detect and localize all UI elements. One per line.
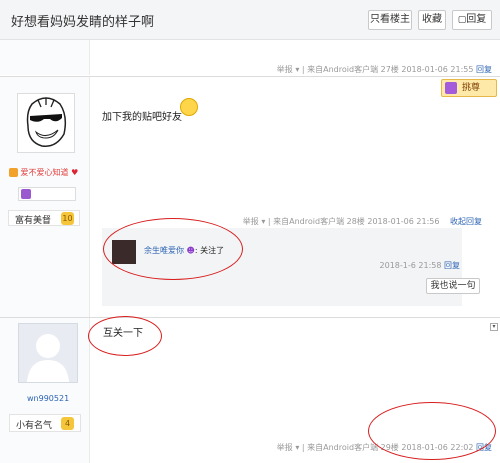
vip-icon [9, 168, 18, 177]
sub-reply-time: 2018-1-6 21:58 [379, 261, 442, 270]
collapse-replies-link[interactable]: 收起回复 [450, 217, 482, 226]
level-badge[interactable]: 小有名气 4 [9, 414, 81, 432]
emoji-icon [180, 98, 198, 116]
floor-number: 27楼 [380, 65, 399, 74]
user-silhouette-icon [27, 334, 69, 382]
default-avatar[interactable] [18, 323, 78, 383]
client-source[interactable]: 来自Android客户端 [307, 65, 378, 74]
post-meta-27: 举报 ▾ | 来自Android客户端 27楼 2018-01-06 21:55… [276, 65, 492, 74]
only-op-button[interactable]: 只看楼主 [368, 10, 412, 30]
meme-face-icon [26, 97, 67, 147]
report-link[interactable]: 举报 [277, 65, 293, 74]
client-source[interactable]: 来自Android客户端 [273, 217, 344, 226]
report-link[interactable]: 举报 [277, 443, 293, 452]
post-meta-28: 举报 ▾ | 来自Android客户端 28楼 2018-01-06 21:56… [242, 217, 482, 226]
username[interactable]: wn990521 [27, 394, 69, 403]
post-time: 2018-01-06 21:55 [401, 65, 474, 74]
report-link[interactable]: 举报 [243, 217, 259, 226]
client-source[interactable]: 来自Android客户端 [307, 443, 378, 452]
level-badge[interactable]: 富有美督 10 [8, 210, 80, 226]
post-time: 2018-01-06 21:56 [367, 217, 440, 226]
thread-title: 好想看妈妈发睛的样子啊 [11, 15, 155, 30]
floor-number: 28楼 [346, 217, 365, 226]
reply-icon: ▢ [457, 15, 467, 25]
red-annotation-ellipse [88, 316, 162, 356]
special-badge[interactable]: 挑尊 [441, 79, 497, 97]
rank-label: 富有美督 [15, 216, 52, 226]
level-star-icon: 10 [61, 212, 74, 225]
collect-button[interactable]: 收藏 [418, 10, 446, 30]
sub-reply-reply-link[interactable]: 回复 [444, 261, 460, 270]
user-badge-bar [18, 187, 76, 201]
badge-icon [21, 189, 31, 199]
crown-icon [445, 82, 457, 94]
red-annotation-ellipse [103, 218, 243, 280]
level-star-icon: 4 [61, 417, 74, 430]
special-badge-label: 挑尊 [462, 83, 481, 93]
post-content: 加下我的贴吧好友 [102, 112, 182, 123]
say-something-button[interactable]: 我也说一句 [426, 278, 480, 294]
reply-button[interactable]: ▢回复 [452, 10, 492, 30]
username[interactable]: 爱不爱心知道 [21, 168, 69, 177]
heart-icon: ♥ [71, 168, 79, 177]
rank-label: 小有名气 [16, 421, 53, 431]
sub-reply-meta: 2018-1-6 21:58 回复 [380, 260, 460, 271]
meta-separator: | [301, 65, 305, 74]
reply-button-label: 回复 [466, 14, 487, 25]
username-line[interactable]: 爱不爱心知道 ♥ [9, 167, 81, 179]
reply-link[interactable]: 回复 [476, 65, 492, 74]
meta-separator: | [301, 443, 305, 452]
avatar[interactable] [17, 93, 75, 153]
dropdown-icon[interactable]: ▾ [490, 323, 498, 331]
user-column-prev [0, 40, 90, 75]
red-annotation-ellipse [368, 402, 496, 460]
